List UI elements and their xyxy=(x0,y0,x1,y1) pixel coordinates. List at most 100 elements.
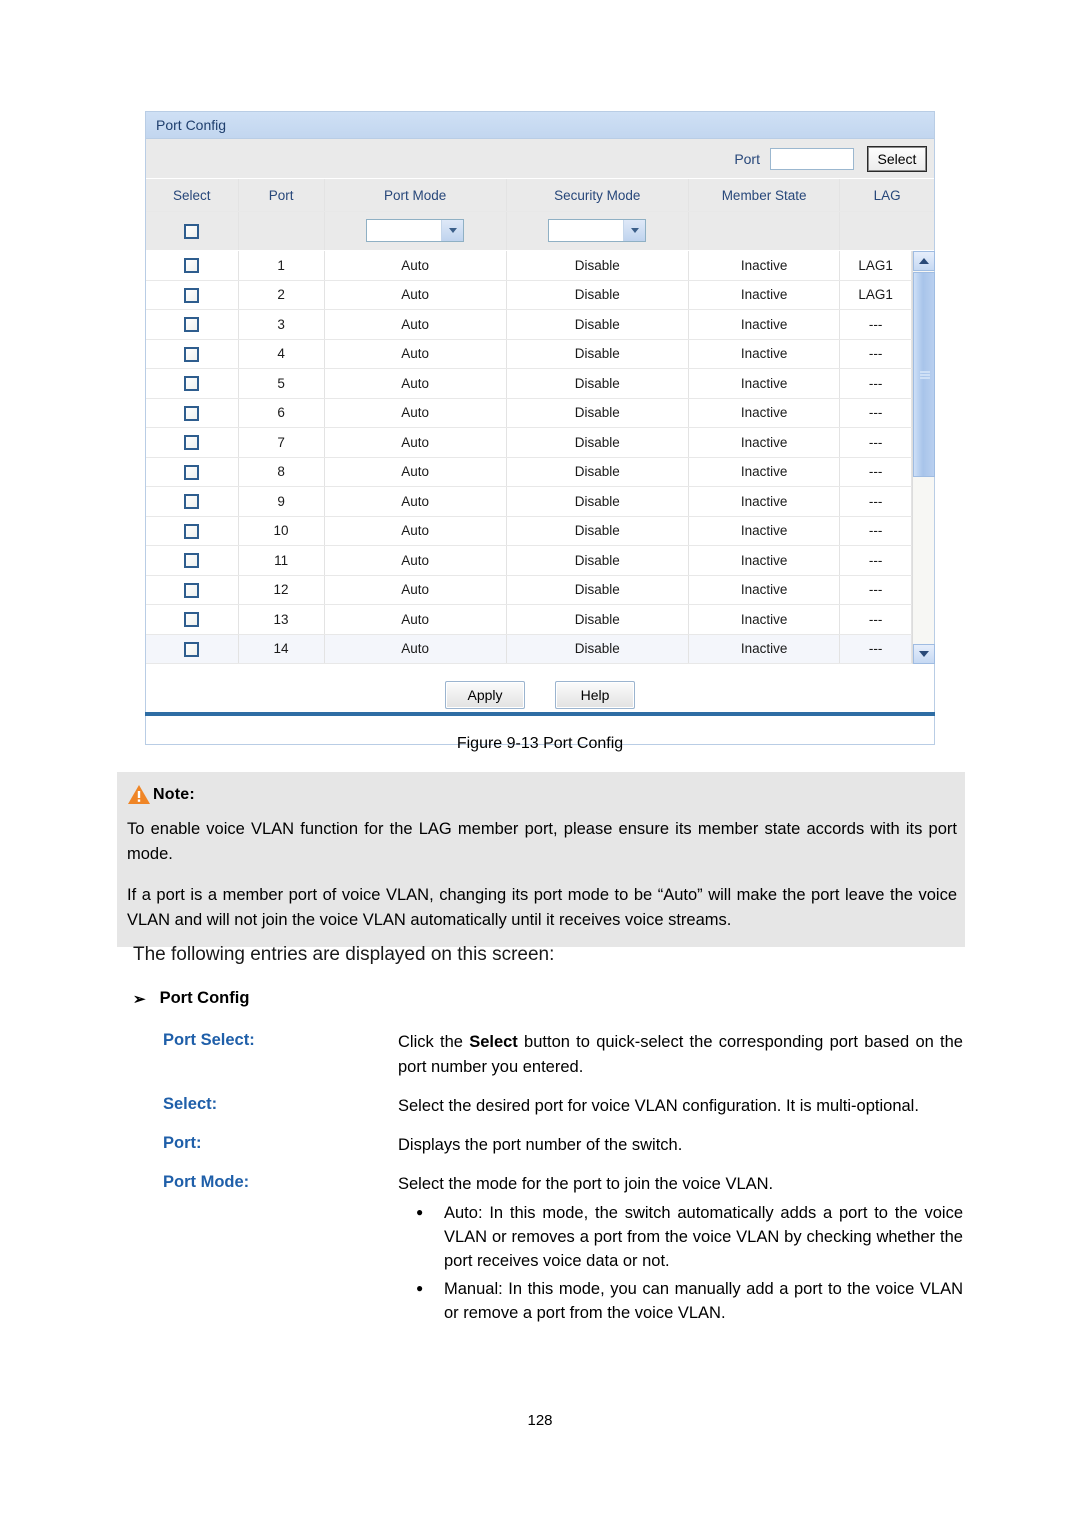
cell-security-mode: Disable xyxy=(506,398,689,428)
row-select-checkbox[interactable] xyxy=(184,582,200,598)
cell-port-mode: Auto xyxy=(324,368,507,399)
table-row: 4 Auto Disable Inactive --- xyxy=(146,339,934,369)
table-row: 8 Auto Disable Inactive --- xyxy=(146,457,934,487)
cell-port-mode: Auto xyxy=(324,516,507,546)
cell-security-mode: Disable xyxy=(506,486,689,517)
cell-security-mode: Disable xyxy=(506,634,689,664)
definition-term: Port Select: xyxy=(163,1031,255,1049)
security-mode-dropdown[interactable] xyxy=(548,218,647,242)
row-select-checkbox[interactable] xyxy=(184,287,200,303)
scrollbar-thumb[interactable] xyxy=(913,272,935,477)
cell-member-state: Inactive xyxy=(688,339,841,369)
section-heading: ➢ Port Config xyxy=(133,989,249,1008)
row-select-checkbox[interactable] xyxy=(184,435,200,451)
cell-port-mode: Auto xyxy=(324,280,507,310)
cell-port: 13 xyxy=(238,604,325,635)
note-paragraph: If a port is a member port of voice VLAN… xyxy=(127,886,957,929)
cell-port-mode: Auto xyxy=(324,575,507,605)
row-select-cell xyxy=(146,545,239,576)
chevron-down-icon xyxy=(441,219,464,241)
row-select-checkbox[interactable] xyxy=(184,494,200,510)
cell-member-state: Inactive xyxy=(688,398,841,428)
cell-lag: --- xyxy=(839,516,912,546)
intro-text: The following entries are displayed on t… xyxy=(133,944,555,965)
definition-term: Port: xyxy=(163,1134,202,1152)
row-select-checkbox[interactable] xyxy=(184,523,200,539)
scroll-up-arrow-icon[interactable] xyxy=(913,251,935,271)
cell-port: 5 xyxy=(238,368,325,399)
row-select-cell xyxy=(146,251,239,281)
row-select-checkbox[interactable] xyxy=(184,405,200,421)
cell-security-mode: Disable xyxy=(506,457,689,487)
apply-button[interactable]: Apply xyxy=(445,681,525,709)
column-header-member-state: Member State xyxy=(688,179,841,212)
cell-port-mode: Auto xyxy=(324,486,507,517)
cell-lag: --- xyxy=(839,309,912,340)
cell-port: 9 xyxy=(238,486,325,517)
cell-member-state: Inactive xyxy=(688,516,841,546)
cell-security-mode: Disable xyxy=(506,575,689,605)
cell-member-state: Inactive xyxy=(688,545,841,576)
cell-port: 3 xyxy=(238,309,325,340)
cell-lag: --- xyxy=(839,339,912,369)
note-label: Note: xyxy=(153,785,195,803)
row-select-cell xyxy=(146,309,239,340)
port-mode-dropdown[interactable] xyxy=(366,218,465,242)
definition-row: Select: Select the desired port for voic… xyxy=(163,1094,963,1119)
bulk-lag-cell xyxy=(839,211,934,251)
cell-lag: --- xyxy=(839,545,912,576)
panel-title: Port Config xyxy=(146,112,934,139)
warning-triangle-icon xyxy=(127,784,151,805)
definition-bullet-item: Auto: In this mode, the switch automatic… xyxy=(398,1200,963,1273)
row-select-checkbox[interactable] xyxy=(184,641,200,657)
figure-caption: Figure 9-13 Port Config xyxy=(456,735,624,752)
definition-text-before: Click the xyxy=(398,1033,470,1051)
row-select-cell xyxy=(146,427,239,458)
table-row: 6 Auto Disable Inactive --- xyxy=(146,398,934,428)
table-vertical-scrollbar[interactable] xyxy=(912,251,935,664)
cell-lag: --- xyxy=(839,457,912,487)
port-config-data-table: 1 Auto Disable Inactive LAG1 2 Auto Disable Inac… xyxy=(146,251,934,664)
row-select-checkbox[interactable] xyxy=(184,464,200,480)
table-row: 7 Auto Disable Inactive --- xyxy=(146,427,934,458)
row-select-cell xyxy=(146,398,239,428)
cell-lag: --- xyxy=(839,634,912,664)
table-row: 14 Auto Disable Inactive --- xyxy=(146,634,934,664)
definition-description-text: Select the mode for the port to join the… xyxy=(398,1175,774,1193)
bulk-security-mode-cell xyxy=(506,211,689,251)
select-all-checkbox[interactable] xyxy=(184,223,200,239)
row-select-checkbox[interactable] xyxy=(184,376,200,392)
port-config-panel: Port Config Port Select Select Port Port… xyxy=(145,111,935,745)
bulk-port-cell xyxy=(238,211,325,251)
cell-lag: --- xyxy=(839,604,912,635)
port-mode-dropdown-value xyxy=(367,220,441,241)
cell-lag: LAG1 xyxy=(839,251,912,281)
row-select-cell xyxy=(146,280,239,310)
page-number: 128 xyxy=(527,1412,553,1429)
cell-member-state: Inactive xyxy=(688,604,841,635)
definition-description: Click the Select button to quick-select … xyxy=(398,1030,963,1080)
column-header-select: Select xyxy=(146,179,239,212)
row-select-cell xyxy=(146,516,239,546)
scroll-down-arrow-icon[interactable] xyxy=(913,644,935,664)
panel-action-bar: Apply Help xyxy=(146,664,934,726)
row-select-checkbox[interactable] xyxy=(184,612,200,628)
row-select-checkbox[interactable] xyxy=(184,258,200,274)
definition-description: Select the desired port for voice VLAN c… xyxy=(398,1097,919,1115)
help-button[interactable]: Help xyxy=(555,681,635,709)
row-select-checkbox[interactable] xyxy=(184,346,200,362)
cell-security-mode: Disable xyxy=(506,339,689,369)
port-select-button[interactable]: Select xyxy=(867,145,927,172)
definition-row: Port Select: Click the Select button to … xyxy=(163,1030,963,1080)
row-select-checkbox[interactable] xyxy=(184,553,200,569)
cell-port: 12 xyxy=(238,575,325,605)
cell-lag: --- xyxy=(839,368,912,399)
cell-member-state: Inactive xyxy=(688,634,841,664)
chevron-down-icon xyxy=(623,219,646,241)
cell-port: 14 xyxy=(238,634,325,664)
table-row: 11 Auto Disable Inactive --- xyxy=(146,545,934,576)
row-select-checkbox[interactable] xyxy=(184,317,200,333)
cell-port: 1 xyxy=(238,251,325,281)
definition-row: Port Mode: Select the mode for the port … xyxy=(163,1172,963,1329)
port-search-input[interactable] xyxy=(770,147,854,170)
